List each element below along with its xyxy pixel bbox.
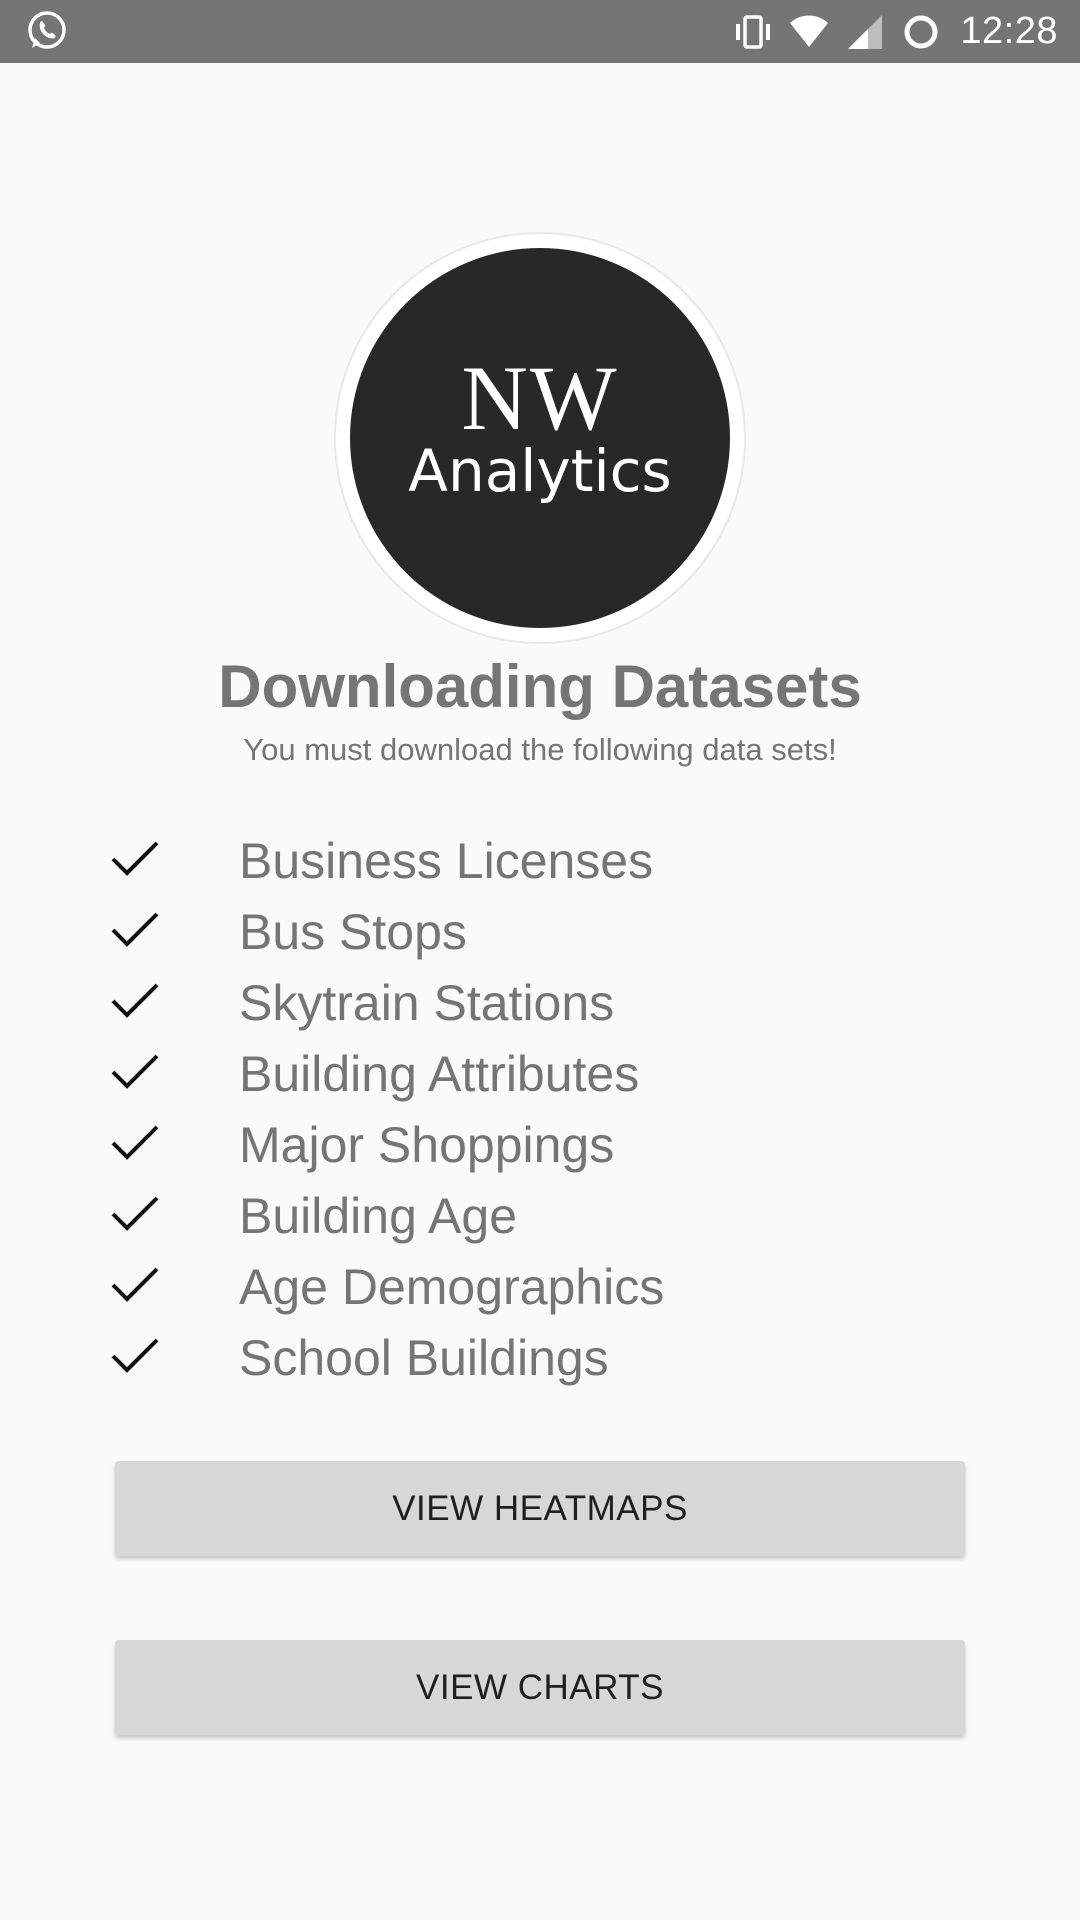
page-title: Downloading Datasets: [218, 653, 862, 720]
logo-text-analytics: Analytics: [408, 437, 672, 505]
dataset-list: Business Licenses Bus Stops Skytrain Sta…: [110, 825, 970, 1393]
cell-signal-icon: [844, 11, 886, 53]
list-item: Age Demographics: [110, 1251, 970, 1322]
check-icon: [110, 1259, 160, 1309]
sync-icon: [900, 11, 942, 53]
list-item: Major Shoppings: [110, 1109, 970, 1180]
check-icon: [110, 1188, 160, 1238]
status-time: 12:28: [960, 10, 1058, 52]
check-icon: [110, 833, 160, 883]
wifi-icon: [788, 11, 830, 53]
check-icon: [110, 1046, 160, 1096]
check-icon: [110, 1117, 160, 1167]
dataset-label: Building Age: [239, 1188, 518, 1244]
dataset-label: Building Attributes: [239, 1046, 640, 1102]
page-subtitle: You must download the following data set…: [243, 732, 837, 767]
view-heatmaps-button[interactable]: VIEW HEATMAPS: [115, 1461, 965, 1556]
list-item: Building Attributes: [110, 1038, 970, 1109]
dataset-label: Skytrain Stations: [239, 975, 615, 1031]
status-icons: 12:28: [732, 0, 1058, 63]
list-item: Skytrain Stations: [110, 967, 970, 1038]
check-icon: [110, 904, 160, 954]
check-icon: [110, 1330, 160, 1380]
vibrate-icon: [732, 11, 774, 53]
list-item: Business Licenses: [110, 825, 970, 896]
status-bar: 12:28: [0, 0, 1080, 63]
app-logo: NW Analytics: [334, 232, 746, 644]
dataset-label: Age Demographics: [239, 1259, 665, 1315]
list-item: School Buildings: [110, 1322, 970, 1393]
logo-text-nw: NW: [461, 347, 619, 449]
whatsapp-icon: [26, 10, 68, 52]
dataset-label: Business Licenses: [239, 833, 654, 889]
check-icon: [110, 975, 160, 1025]
dataset-label: Major Shoppings: [239, 1117, 615, 1173]
list-item: Bus Stops: [110, 896, 970, 967]
list-item: Building Age: [110, 1180, 970, 1251]
dataset-label: Bus Stops: [239, 904, 467, 960]
view-charts-button[interactable]: VIEW CHARTS: [115, 1640, 965, 1735]
dataset-label: School Buildings: [239, 1330, 609, 1386]
